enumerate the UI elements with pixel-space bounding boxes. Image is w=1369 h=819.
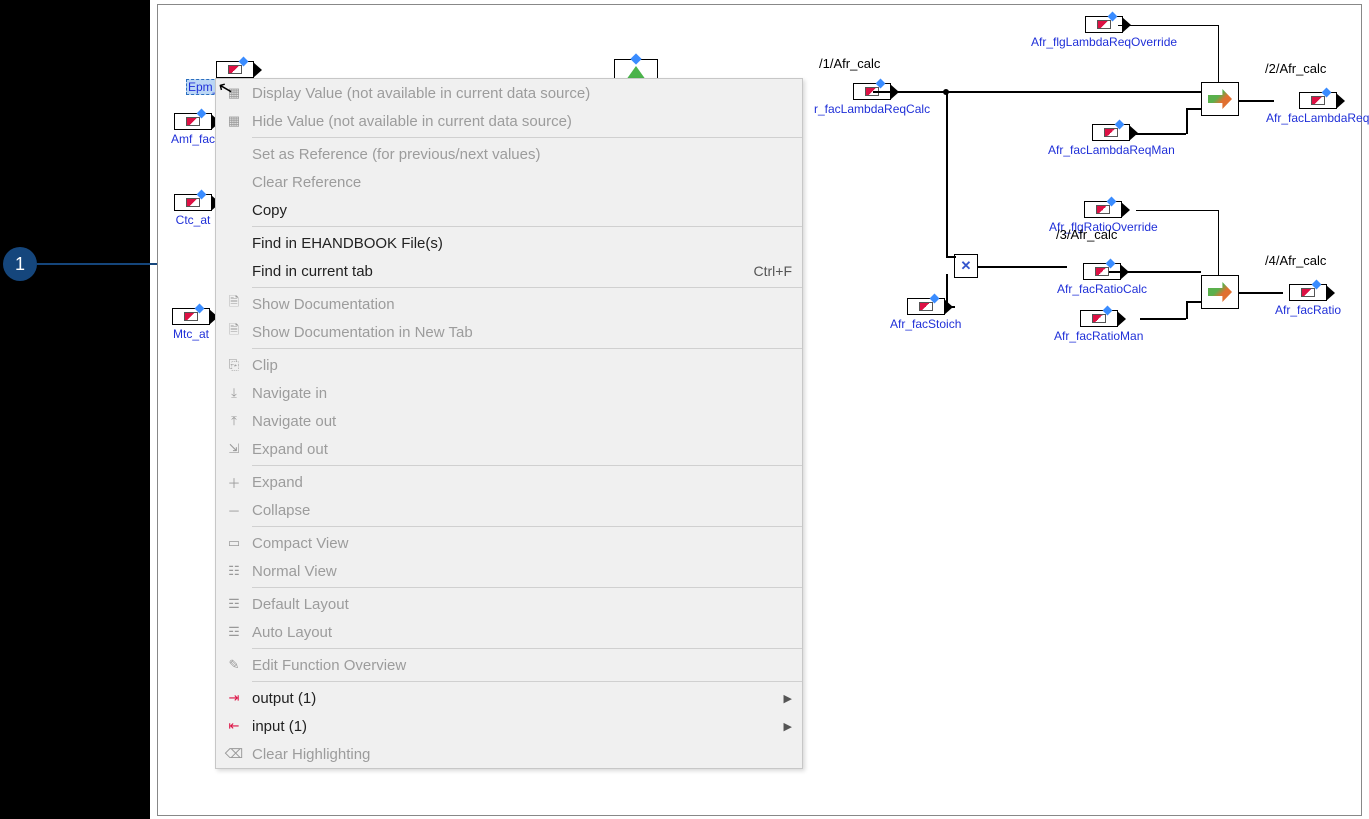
calc-label-3: /3/Afr_calc xyxy=(1056,227,1117,242)
menu-shortcut: Ctrl+F xyxy=(754,263,793,279)
signal-amf-fac[interactable]: Amf_fac xyxy=(171,113,215,146)
calc-label-4: /4/Afr_calc xyxy=(1265,253,1326,268)
expand-out-icon: ⇲ xyxy=(216,441,252,457)
signal-afr-facratio-man[interactable]: Afr_facRatioMan xyxy=(1054,310,1143,343)
menu-show-doc-new: 🗎 Show Documentation in New Tab xyxy=(216,318,802,346)
wire xyxy=(1218,210,1219,275)
wire xyxy=(1239,292,1283,294)
menu-expand-out: ⇲ Expand out xyxy=(216,435,802,463)
switch-block-lambda[interactable] xyxy=(1201,82,1239,116)
signal-label: Afr_facStoich xyxy=(890,317,961,331)
navigate-out-icon: ⤒ xyxy=(216,413,252,429)
output-icon: ⇥ xyxy=(216,690,252,706)
signal-label: r_facLambdaReqCalc xyxy=(814,102,930,116)
signal-afr-facratio-calc[interactable]: Afr_facRatioCalc xyxy=(1057,263,1147,296)
calc-label-1: /1/Afr_calc xyxy=(819,56,880,71)
signal-afr-facstoich[interactable]: Afr_facStoich xyxy=(890,298,961,331)
menu-expand: ＋ Expand xyxy=(216,468,802,496)
signal-label: Amf_fac xyxy=(171,132,215,146)
document-icon: 🗎 xyxy=(216,321,252,343)
navigate-in-icon: ⤓ xyxy=(216,385,252,401)
signal-label: Afr_facLambdaReq xyxy=(1266,111,1369,125)
wire xyxy=(1186,301,1201,303)
hide-value-icon: ▦ xyxy=(216,113,252,129)
wire xyxy=(1109,271,1201,273)
callout-badge-1: 1 xyxy=(3,247,37,281)
wire xyxy=(946,274,948,308)
expand-icon: ＋ xyxy=(216,473,252,492)
compact-view-icon: ▭ xyxy=(216,535,252,551)
menu-find-current-tab[interactable]: Find in current tab Ctrl+F xyxy=(216,257,802,285)
wire xyxy=(1136,210,1218,211)
signal-label: Afr_facLambdaReqMan xyxy=(1048,143,1175,157)
menu-output[interactable]: ⇥ output (1) ▶ xyxy=(216,684,802,712)
menu-collapse: － Collapse xyxy=(216,496,802,524)
wire xyxy=(946,256,956,258)
multiply-icon: ✕ xyxy=(961,258,972,274)
wire xyxy=(1140,318,1186,320)
menu-auto-layout: ☲ Auto Layout xyxy=(216,618,802,646)
signal-mtc-at[interactable]: Mtc_at xyxy=(172,308,210,341)
signal-r-faclambda-calc[interactable]: r_facLambdaReqCalc xyxy=(814,83,930,116)
menu-set-reference: Set as Reference (for previous/next valu… xyxy=(216,140,802,168)
signal-label: Ctc_at xyxy=(176,213,211,227)
submenu-arrow-icon: ▶ xyxy=(784,720,792,733)
auto-layout-icon: ☲ xyxy=(216,624,252,640)
signal-afr-flglambda-override[interactable]: Afr_flgLambdaReqOverride xyxy=(1031,16,1177,49)
wire xyxy=(1136,133,1186,135)
signal-afr-faclambda-req[interactable]: Afr_facLambdaReq xyxy=(1266,92,1369,125)
menu-input[interactable]: ⇤ input (1) ▶ xyxy=(216,712,802,740)
menu-clear-highlighting: ⌫ Clear Highlighting xyxy=(216,740,802,768)
input-icon: ⇤ xyxy=(216,718,252,734)
document-icon: 🗎 xyxy=(216,293,252,315)
menu-compact-view: ▭ Compact View xyxy=(216,529,802,557)
collapse-icon: － xyxy=(216,501,252,520)
menu-show-doc: 🗎 Show Documentation xyxy=(216,290,802,318)
wire xyxy=(1239,100,1274,102)
default-layout-icon: ☲ xyxy=(216,596,252,612)
signal-afr-faclambda-man[interactable]: Afr_facLambdaReqMan xyxy=(1048,124,1175,157)
wire xyxy=(946,91,948,256)
menu-display-value: ▦ Display Value (not available in curren… xyxy=(216,79,802,107)
signal-afr-facratio[interactable]: Afr_facRatio xyxy=(1275,284,1341,317)
wire xyxy=(1218,25,1219,82)
signal-label: Mtc_at xyxy=(173,327,209,341)
wire xyxy=(977,266,1067,268)
submenu-arrow-icon: ▶ xyxy=(784,692,792,705)
menu-normal-view: ☷ Normal View xyxy=(216,557,802,585)
menu-default-layout: ☲ Default Layout xyxy=(216,590,802,618)
wire xyxy=(873,91,1201,93)
clear-highlight-icon: ⌫ xyxy=(216,746,252,762)
signal-ctc-at[interactable]: Ctc_at xyxy=(174,194,212,227)
menu-edit-overview: ✎ Edit Function Overview xyxy=(216,651,802,679)
signal-label: Afr_flgLambdaReqOverride xyxy=(1031,35,1177,49)
signal-label: Afr_facRatioCalc xyxy=(1057,282,1147,296)
signal-label: Afr_facRatioMan xyxy=(1054,329,1143,343)
context-menu: ▦ Display Value (not available in curren… xyxy=(215,78,803,769)
calc-label-2: /2/Afr_calc xyxy=(1265,61,1326,76)
wire xyxy=(1186,108,1188,134)
menu-hide-value: ▦ Hide Value (not available in current d… xyxy=(216,107,802,135)
menu-find-ehandbook[interactable]: Find in EHANDBOOK File(s) xyxy=(216,229,802,257)
menu-navigate-in: ⤓ Navigate in xyxy=(216,379,802,407)
left-black-margin xyxy=(0,0,150,819)
menu-clip: ⎘ Clip xyxy=(216,351,802,379)
menu-clear-reference: Clear Reference xyxy=(216,168,802,196)
wire xyxy=(1186,301,1188,319)
normal-view-icon: ☷ xyxy=(216,563,252,579)
wire xyxy=(1118,25,1218,26)
menu-copy[interactable]: Copy xyxy=(216,196,802,224)
pencil-icon: ✎ xyxy=(216,657,252,673)
signal-label: Afr_facRatio xyxy=(1275,303,1341,317)
multiply-block[interactable]: ✕ xyxy=(954,254,978,278)
wire xyxy=(1186,108,1201,110)
switch-block-ratio[interactable] xyxy=(1201,275,1239,309)
clip-icon: ⎘ xyxy=(216,357,252,373)
menu-navigate-out: ⤒ Navigate out xyxy=(216,407,802,435)
